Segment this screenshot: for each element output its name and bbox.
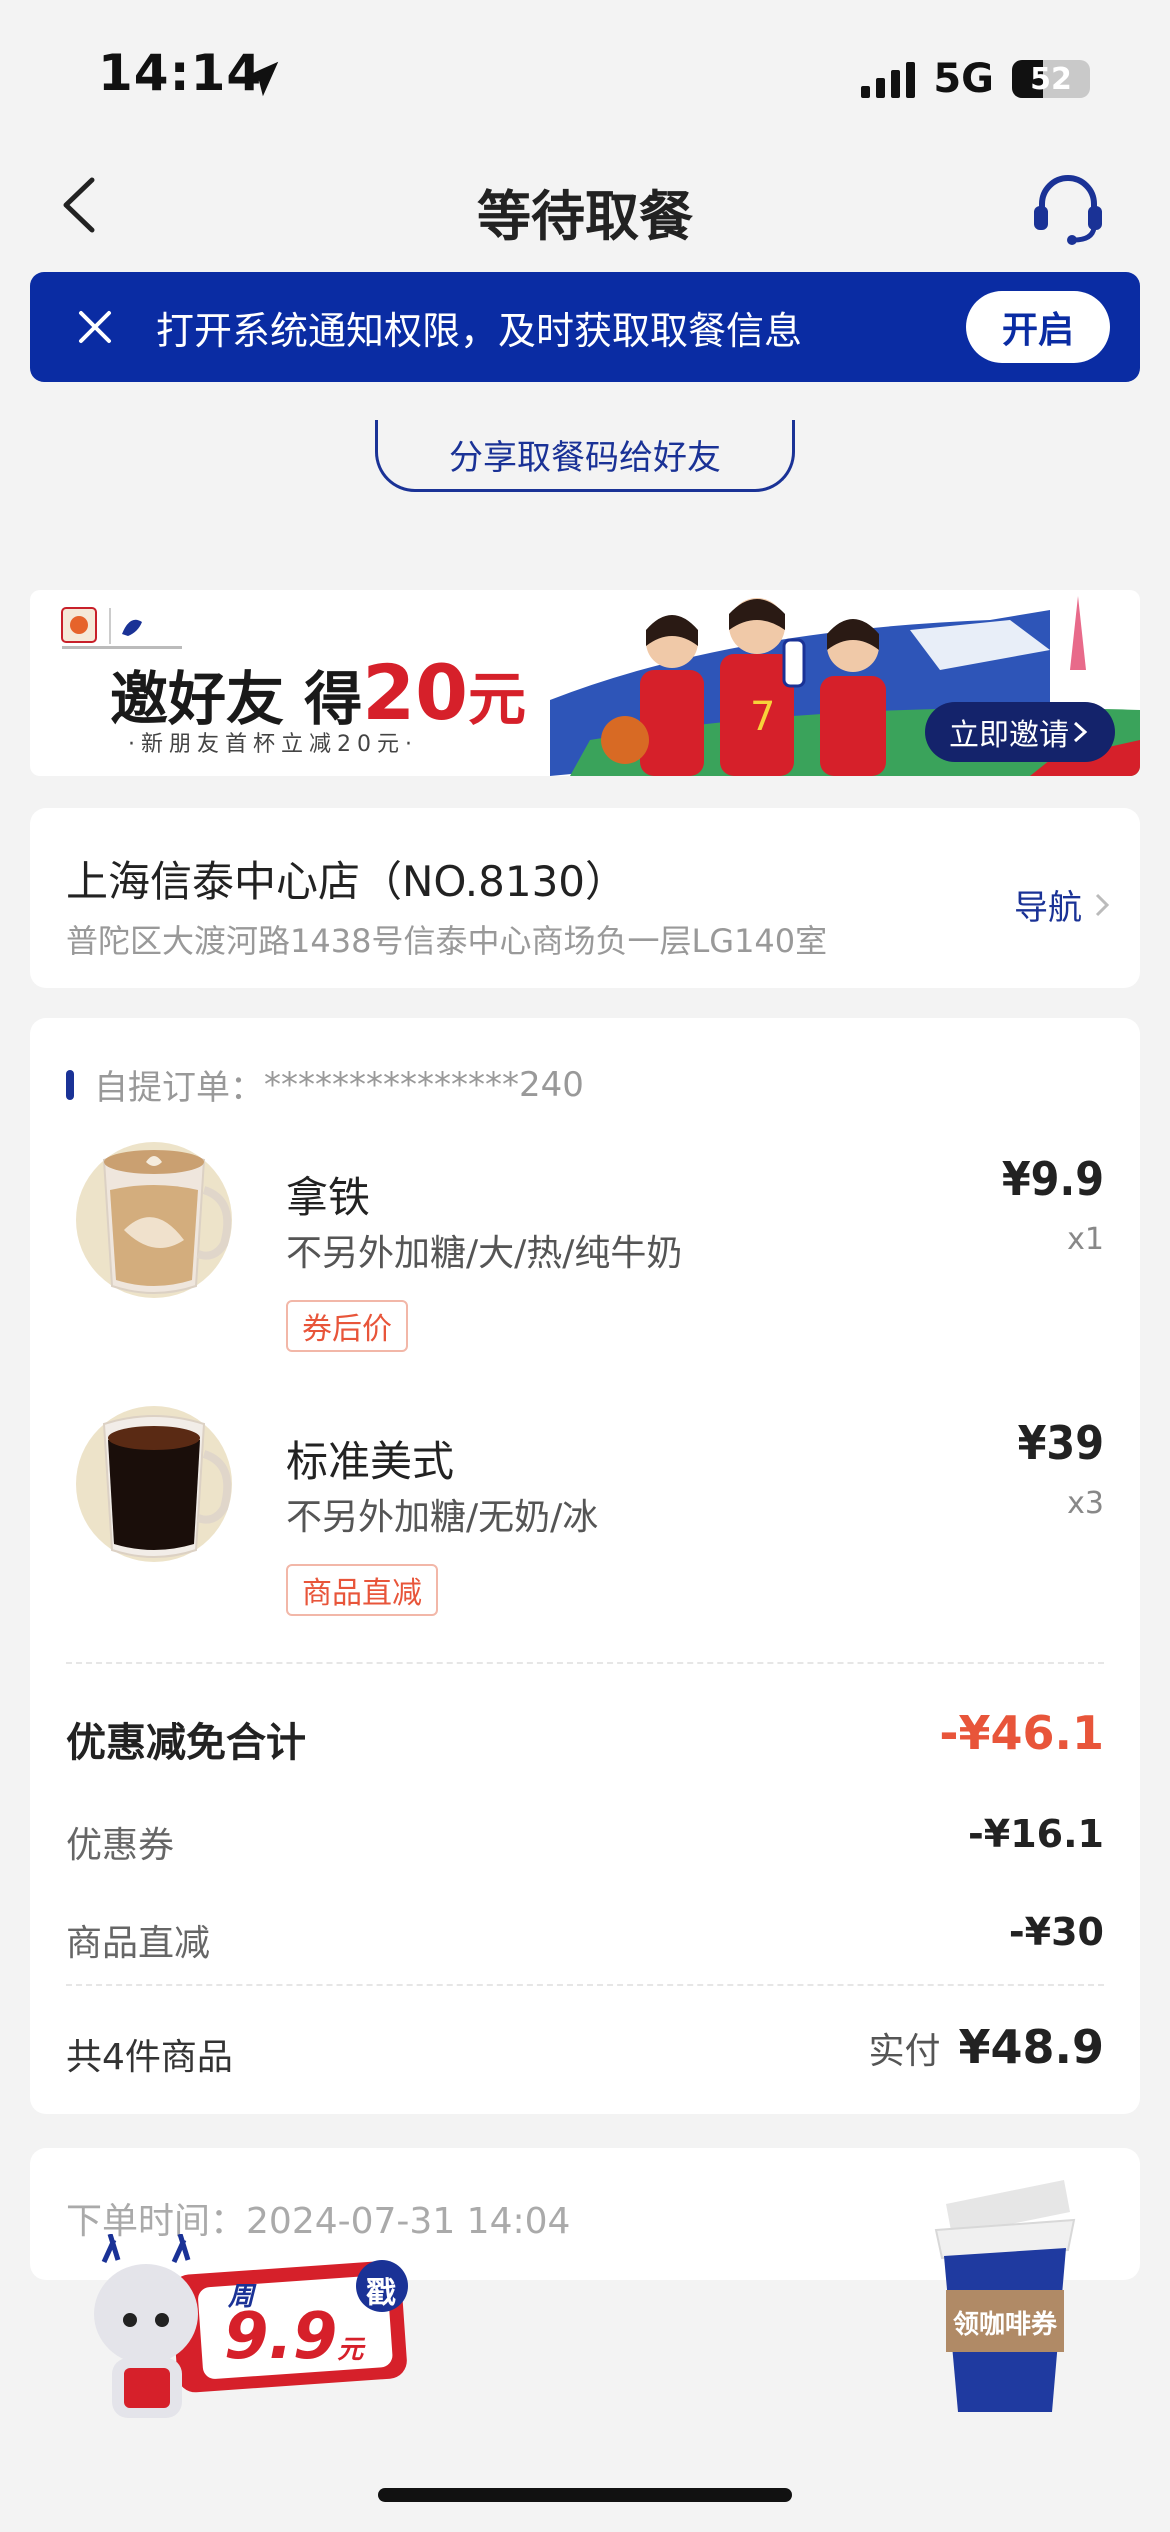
ad-title-prefix: 邀好友 得 bbox=[110, 665, 363, 733]
navigate-button[interactable]: 导航 bbox=[1014, 880, 1112, 929]
coupon-label: 优惠券 bbox=[66, 1825, 175, 1866]
invite-now-button[interactable]: 立即邀请 bbox=[925, 702, 1115, 762]
enable-notification-button[interactable]: 开启 bbox=[966, 291, 1110, 363]
item-count: 共4件商品 bbox=[66, 2037, 233, 2078]
weekly-promo-float[interactable]: 周 戳 9.9元 bbox=[84, 2234, 424, 2424]
item-name: 标准美式 bbox=[286, 1437, 455, 1486]
ad-subtitle: ·新朋友首杯立减20元· bbox=[128, 732, 418, 757]
item-price: ¥9.9 bbox=[1001, 1152, 1104, 1206]
svg-text:7: 7 bbox=[750, 694, 775, 740]
ad-unit: 元 bbox=[467, 665, 526, 733]
paid-value: ¥48.9 bbox=[958, 2020, 1104, 2074]
item-spec: 不另外加糖/无奶/冰 bbox=[286, 1497, 599, 1538]
order-number: ***************240 bbox=[264, 1064, 584, 1105]
discount-total-label: 优惠减免合计 bbox=[66, 1720, 306, 1766]
network-type: 5G bbox=[933, 56, 994, 102]
close-icon bbox=[79, 311, 111, 343]
coffee-coupon-label: 领咖啡券 bbox=[952, 2310, 1057, 2340]
chevron-right-icon bbox=[1073, 721, 1088, 743]
close-notification-button[interactable] bbox=[70, 302, 120, 352]
promo-price: 9.9元 bbox=[224, 2300, 363, 2374]
item-price: ¥39 bbox=[1017, 1416, 1104, 1470]
order-header: 自提订单： ***************240 bbox=[66, 1060, 584, 1109]
notification-banner: 打开系统通知权限，及时获取取餐信息 开启 bbox=[30, 272, 1140, 382]
sponsor-logo-icon bbox=[61, 607, 182, 649]
divider bbox=[66, 1662, 1104, 1664]
notification-text: 打开系统通知权限，及时获取取餐信息 bbox=[156, 308, 803, 353]
order-header-marker bbox=[66, 1069, 74, 1100]
battery-level: 52 bbox=[1030, 61, 1072, 97]
discount-total-value: -¥46.1 bbox=[939, 1706, 1104, 1760]
home-indicator bbox=[378, 2488, 792, 2502]
battery-icon: 52 bbox=[1012, 60, 1090, 98]
ad-title: 邀好友 得20元 bbox=[110, 648, 526, 737]
ad-amount: 20 bbox=[362, 648, 468, 737]
americano-image bbox=[76, 1406, 232, 1562]
coffee-cup-icon bbox=[934, 2180, 1076, 2412]
share-pickup-code-button[interactable]: 分享取餐码给好友 bbox=[375, 420, 795, 492]
customer-service-icon[interactable] bbox=[1028, 168, 1108, 248]
divider bbox=[66, 1984, 1104, 1986]
signal-icon bbox=[861, 60, 916, 98]
coupon-value: -¥16.1 bbox=[968, 1812, 1104, 1856]
item-tag: 券后价 bbox=[286, 1300, 408, 1352]
order-card: 自提订单： ***************240 拿铁 不另外加糖/大/热/纯牛… bbox=[30, 1018, 1140, 2114]
store-address: 普陀区大渡河路1438号信泰中心商场负一层LG140室 bbox=[66, 922, 828, 960]
status-indicators: 5G 52 bbox=[861, 56, 1090, 102]
item-quantity: x3 bbox=[1067, 1486, 1104, 1521]
page-title: 等待取餐 bbox=[477, 185, 693, 248]
location-arrow-icon bbox=[243, 61, 279, 97]
coffee-coupon-float[interactable]: 领咖啡券 bbox=[932, 2170, 1078, 2420]
store-name: 上海信泰中心店（NO.8130） bbox=[66, 857, 628, 906]
latte-image bbox=[76, 1142, 232, 1298]
direct-discount-value: -¥30 bbox=[1008, 1910, 1104, 1954]
store-card: 上海信泰中心店（NO.8130） 普陀区大渡河路1438号信泰中心商场负一层LG… bbox=[30, 808, 1140, 988]
item-quantity: x1 bbox=[1067, 1222, 1104, 1257]
paid-label: 实付 bbox=[868, 2031, 941, 2072]
paid-amount: 实付 ¥48.9 bbox=[868, 2020, 1104, 2074]
item-tag: 商品直减 bbox=[286, 1564, 438, 1616]
promo-price-value: 9.9 bbox=[224, 2300, 338, 2374]
direct-discount-label: 商品直减 bbox=[66, 1923, 211, 1964]
order-label: 自提订单： bbox=[94, 1068, 264, 1108]
promo-price-unit: 元 bbox=[337, 2335, 364, 2365]
promo-badge: 戳 bbox=[366, 2276, 396, 2311]
invite-now-label: 立即邀请 bbox=[949, 718, 1069, 753]
item-name: 拿铁 bbox=[286, 1173, 371, 1222]
navigate-label: 导航 bbox=[1014, 888, 1082, 928]
chevron-right-icon bbox=[1095, 893, 1110, 916]
item-spec: 不另外加糖/大/热/纯牛奶 bbox=[286, 1233, 683, 1274]
invite-friend-banner[interactable]: 邀好友 得20元 ·新朋友首杯立减20元· 7 立即邀请 bbox=[30, 590, 1140, 776]
